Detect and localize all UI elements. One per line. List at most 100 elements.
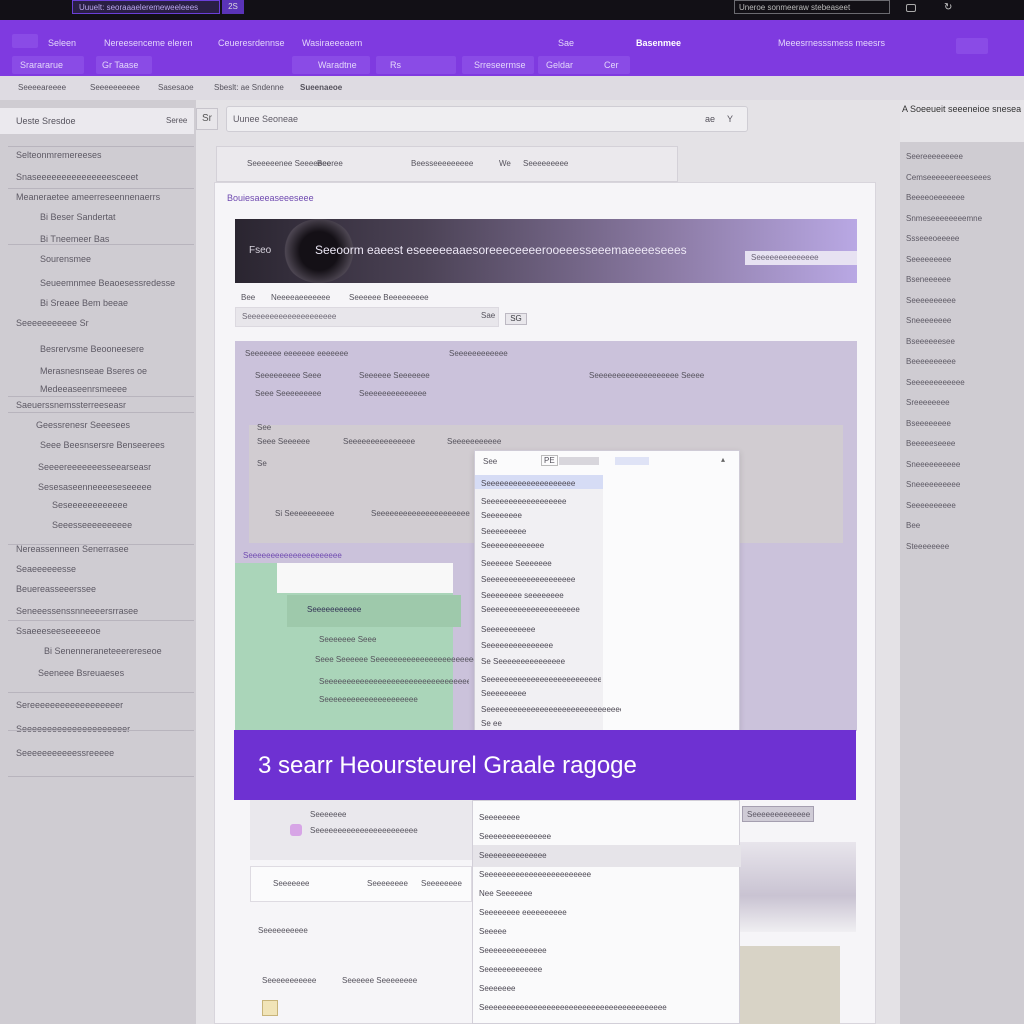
sidebar-item[interactable]: Ssaeeeseeseeeeeoe [16, 626, 166, 636]
secondary-dropdown-option[interactable]: Seeeeeeeeeeeee [479, 965, 719, 974]
sidebar-item[interactable]: Seseeeeeeeeeeee [52, 500, 202, 510]
sidebar-item[interactable]: Beuereasseeerssee [16, 584, 166, 594]
doc-tab[interactable]: We [499, 159, 511, 168]
breadcrumb-item[interactable]: Seeeeeeeeee [90, 83, 140, 92]
search-input[interactable]: Uunee Seoneae [233, 114, 298, 124]
dropdown-option[interactable]: Se ee [481, 719, 601, 728]
lower-button[interactable]: Seeeeeeee [421, 879, 462, 888]
sidebar-item[interactable]: Bi Beser Sandertat [40, 212, 190, 222]
sidebar-item[interactable]: Geessrenesr Seeesees [36, 420, 186, 430]
dropdown-option[interactable]: Seeeeeeeeeeeeeeeeeeee [481, 575, 601, 584]
checkbox[interactable] [262, 1000, 278, 1016]
breadcrumb-current[interactable]: Sueenaeoe [300, 83, 342, 92]
dropdown-option[interactable]: Seeeeeeeeeee [481, 625, 601, 634]
right-panel-item[interactable]: Bseeeeeeee [906, 419, 951, 428]
right-panel-item[interactable]: Seeeeeeeeeeee [906, 378, 965, 387]
right-panel-item[interactable]: Sneeeeeeee [906, 316, 951, 325]
sidebar-item[interactable]: Nereassenneen Senerrasee [16, 544, 166, 554]
lower-button[interactable]: Seeeeeeee [367, 879, 408, 888]
dropdown-option[interactable]: Seeeeee Seeeeeee [481, 559, 601, 568]
breadcrumb-item[interactable]: Seeeeareeee [18, 83, 66, 92]
sidebar-item[interactable]: Selteonmremereeses [16, 150, 166, 160]
header-subnav-item[interactable]: Geldar [546, 60, 573, 70]
header-action-button[interactable] [956, 38, 988, 54]
dropdown-menu[interactable]: See PE ▴ Seeeeeeeeeeeeeeeeeeee Seeeeeeeee… [474, 450, 740, 732]
sidebar-item[interactable]: Seneeessenssnneeeersrrasee [16, 606, 166, 616]
os-badge[interactable]: 2S [222, 0, 244, 14]
sidebar-item[interactable]: Seueemnmee Beaoesessredesse [40, 278, 190, 288]
doc-tab[interactable]: Seeeeeeeee [523, 159, 568, 168]
right-panel-item[interactable]: Seeeeeeeeee [906, 501, 956, 510]
dropdown-option[interactable]: Seeeeeeeeeeeeeeeeeeee [481, 479, 601, 488]
secondary-dropdown-option[interactable]: Seeeeeee [479, 984, 719, 993]
dropdown-option[interactable]: Seeeeeeeee [481, 689, 601, 698]
secondary-dropdown-option[interactable]: Seeeeeeee eeeeeeeeee [479, 908, 719, 917]
dropdown-option[interactable]: Seeeeeeeeeeeee [481, 541, 601, 550]
sidebar-item[interactable]: Meaneraetee ameerreseennenaerrs [16, 192, 166, 202]
dropdown-option[interactable]: Seeeeeeeeeeeeeeeeeeeeeeeeeee [481, 675, 601, 684]
secondary-dropdown-option[interactable]: Seeeeeeeeeeeeee [479, 851, 719, 860]
right-panel-item[interactable]: Seereeeeeeeee [906, 152, 963, 161]
refresh-icon[interactable]: ↻ [944, 2, 952, 13]
secondary-dropdown-option[interactable]: Seeeeeeeeeeeeeee [479, 832, 719, 841]
subtab[interactable]: Seeeeee Beeeeeeeee [349, 293, 429, 302]
filter-icon[interactable]: Y [727, 114, 733, 124]
sidebar-item[interactable]: Seeneee Bsreuaeses [38, 668, 188, 678]
subtab[interactable]: Neeeeaeeeeeee [271, 293, 330, 302]
sidebar-item[interactable]: Saeuerssnemssterreeseasr [16, 400, 166, 410]
lower-button[interactable]: Seeeeeee [273, 879, 309, 888]
header-nav-item[interactable]: Nereesenceme eleren [104, 38, 193, 48]
secondary-dropdown[interactable]: Seeeeeeee Seeeeeeeeeeeeeee Seeeeeeeeeeeeee… [472, 800, 741, 1024]
row2-chip[interactable] [376, 56, 456, 74]
right-panel-item[interactable]: Seeeeeeeee [906, 255, 951, 264]
right-panel-item[interactable]: Sneeeeeeeeee [906, 460, 960, 469]
dropdown-option[interactable]: Seeeeeeeeeeeeeeeeee [481, 497, 601, 506]
lower-right-button[interactable]: Seeeeeeeeeeeee [742, 806, 814, 822]
right-panel-item[interactable]: Seeeeeeeeee [906, 296, 956, 305]
os-address-field[interactable]: Uuuelt: seoraaaeleremeweeleees [72, 0, 220, 14]
doc-tab[interactable]: Beesseeeeeeeee [411, 159, 473, 168]
sidebar-item[interactable]: Besrervsme Beooneesere [40, 344, 190, 354]
secondary-dropdown-option[interactable]: Seeeeeeeeeeeeeeeeeeeeeeeeeeeeeeeeeeeeeee… [479, 1003, 719, 1012]
right-panel-item[interactable]: Snmeseeeeeeeemne [906, 214, 982, 223]
dropdown-header-button[interactable]: PE [541, 455, 558, 466]
secondary-dropdown-option[interactable]: Seeeee [479, 927, 719, 936]
right-panel-item[interactable]: Ssseeeoeeeee [906, 234, 959, 243]
sidebar-item[interactable]: Seaeeeeeesse [16, 564, 166, 574]
sidebar-item[interactable]: Sesesaseenneeeeseseeeee [38, 482, 188, 492]
sidebar-item[interactable]: Medeeaseenrsmeeee [40, 384, 190, 394]
right-panel-item[interactable]: Bee [906, 521, 920, 530]
dropdown-option[interactable]: Se Seeeeeeeeeeeeeee [481, 657, 601, 666]
header-nav-item[interactable]: Sae [558, 38, 574, 48]
header-nav-item[interactable]: Meeesrnesssmess meesrs [778, 38, 885, 48]
dropdown-option[interactable]: Seeeeeeee [481, 511, 601, 520]
header-subnav-item[interactable]: Waradtne [318, 60, 357, 70]
header-active-item[interactable]: Basenmee [636, 38, 681, 48]
header-subnav-item[interactable]: Rs [390, 60, 401, 70]
dropdown-option[interactable]: Seeeeeeeee [481, 527, 601, 536]
right-panel-item[interactable]: Beeeeeeeeee [906, 357, 956, 366]
right-panel-item[interactable]: Beeeeeseeee [906, 439, 955, 448]
header-logo-icon[interactable] [12, 34, 38, 48]
header-subnav-item[interactable]: Srreseermse [474, 60, 526, 70]
subtab[interactable]: Bee [241, 293, 255, 302]
search-icon[interactable]: Sr [196, 108, 218, 130]
sidebar-item[interactable]: Seeeeeeeeeee Sr [16, 318, 166, 328]
breadcrumb-item[interactable]: Sbeslt: ae Sndenne [214, 83, 284, 92]
secondary-dropdown-option[interactable]: Seeeeeeeeeeeeee [479, 946, 719, 955]
sidebar-item[interactable]: Bi Tneemeer Bas [40, 234, 190, 244]
right-panel-item[interactable]: Cemseeeeeereeeseees [906, 173, 991, 182]
header-nav-item[interactable]: Seleen [48, 38, 76, 48]
dropdown-option[interactable]: Seeeeeeeeeeeeeeeeeeeeeeeeeeeeeee [481, 705, 621, 714]
right-panel-item[interactable]: Sneeeeeeeeee [906, 480, 960, 489]
sidebar-item[interactable]: Bi Senenneraneteeerereseoe [44, 646, 194, 656]
dropdown-option[interactable]: Seeeeeeeeeeeeeee [481, 641, 601, 650]
sidebar-item[interactable]: Snaseeeeeeeeeeeeeeesceeet [16, 172, 166, 182]
header-subnav-item[interactable]: Srarararue [20, 60, 63, 70]
breadcrumb-item[interactable]: Sasesaoe [158, 83, 194, 92]
sidebar-item[interactable]: Seee Beesnsersre Benseerees [40, 440, 190, 450]
doc-filter-field[interactable]: Seeeeeeeeeeeeeeeeeeee [235, 307, 499, 327]
sidebar-item[interactable]: Bi Sreaee Bem beeae [40, 298, 190, 308]
window-icon[interactable] [906, 4, 916, 12]
header-subnav-item[interactable]: Gr Taase [102, 60, 138, 70]
